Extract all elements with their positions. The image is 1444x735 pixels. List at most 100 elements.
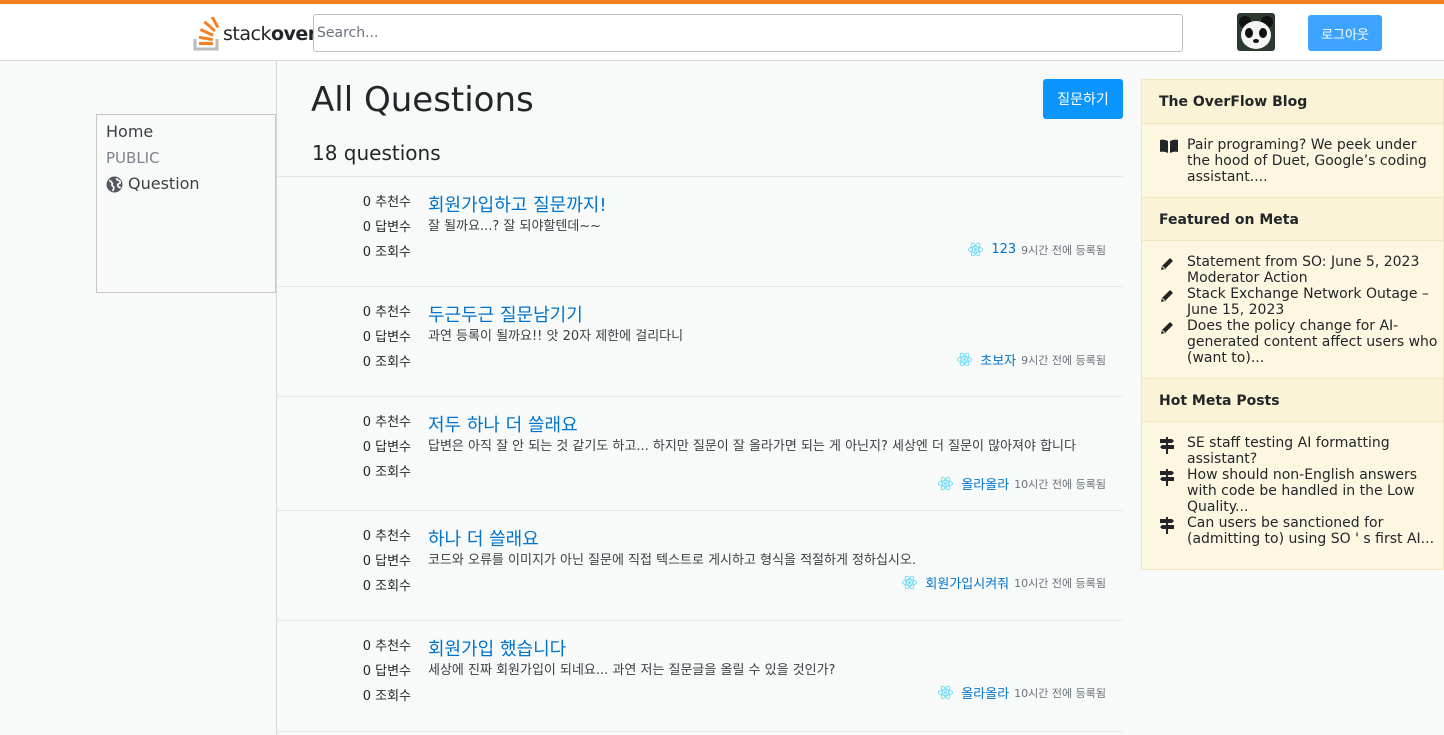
signpost-icon: [1159, 435, 1187, 458]
blog-item[interactable]: Pair programing? We peek under the hood …: [1159, 137, 1443, 185]
posted-time: 9시간 전에 등록됨: [1021, 353, 1106, 367]
meta-item-text: Stack Exchange Network Outage – June 15,…: [1187, 286, 1429, 318]
question-meta: 올라올라 10시간 전에 등록됨: [937, 474, 1106, 493]
question-excerpt: 답변은 아직 잘 안 되는 것 같기도 하고... 하지만 질문이 잘 올라가면…: [428, 439, 1076, 454]
question-list: 0 추천수 0 답변수 0 조회수 회원가입하고 질문까지! 잘 될까요...?…: [277, 176, 1123, 732]
vote-count: 0 추천수: [362, 529, 411, 544]
question-excerpt: 세상에 진짜 회원가입이 되네요... 과연 저는 질문글을 올릴 수 있을 것…: [428, 663, 836, 678]
question-meta: 123 9시간 전에 등록됨: [967, 241, 1106, 258]
posted-time: 10시간 전에 등록됨: [1014, 576, 1106, 590]
posted-time: 10시간 전에 등록됨: [1014, 686, 1106, 700]
stackoverflow-logo[interactable]: stackover: [193, 16, 313, 52]
logo-text: stackover: [223, 23, 313, 45]
meta-item-text: Does the policy change for AI-generated …: [1187, 318, 1438, 366]
hot-meta-item[interactable]: SE staff testing AI formatting assistant…: [1159, 435, 1443, 467]
meta-item-text: Statement from SO: June 5, 2023 Moderato…: [1187, 254, 1420, 286]
view-count: 0 조회수: [362, 355, 411, 370]
answer-count: 0 답변수: [362, 554, 411, 569]
answer-count: 0 답변수: [362, 664, 411, 679]
signpost-icon: [1159, 467, 1187, 490]
hot-meta-item[interactable]: Can users be sanctioned for (admitting t…: [1159, 515, 1443, 547]
vote-count: 0 추천수: [362, 195, 411, 210]
meta-item[interactable]: Does the policy change for AI-generated …: [1159, 318, 1443, 366]
hot-meta-item[interactable]: How should non-English answers with code…: [1159, 467, 1443, 515]
page-title: All Questions: [311, 80, 534, 120]
question-excerpt: 과연 등록이 될까요!! 앗 20자 제한에 걸리다니: [428, 329, 684, 344]
hot-meta-item-text: How should non-English answers with code…: [1187, 467, 1418, 515]
blog-heading: The OverFlow Blog: [1142, 80, 1443, 124]
hot-meta-item-text: SE staff testing AI formatting assistant…: [1187, 435, 1390, 467]
signpost-icon: [1159, 515, 1187, 538]
question-title-link[interactable]: 저두 하나 더 쓸래요: [428, 411, 578, 437]
posted-time: 9시간 전에 등록됨: [1021, 243, 1106, 257]
question-stats: 0 추천수 0 답변수 0 조회수: [363, 637, 411, 712]
react-icon: [957, 352, 973, 367]
view-count: 0 조회수: [362, 465, 411, 480]
question-item: 0 추천수 0 답변수 0 조회수 두근두근 질문남기기 과연 등록이 될까요!…: [277, 286, 1123, 396]
question-stats: 0 추천수 0 답변수 0 조회수: [363, 303, 411, 378]
vote-count: 0 추천수: [362, 305, 411, 320]
panda-avatar-icon: [1237, 13, 1275, 51]
answer-count: 0 답변수: [362, 220, 411, 235]
pencil-icon: [1159, 286, 1187, 308]
question-stats: 0 추천수 0 답변수 0 조회수: [363, 527, 411, 602]
ask-question-button[interactable]: 질문하기: [1043, 79, 1123, 119]
left-nav: Home PUBLIC Question: [96, 114, 276, 293]
question-excerpt: 코드와 오류를 이미지가 아닌 질문에 직접 텍스트로 게시하고 형식을 적절하…: [428, 553, 916, 568]
globe-icon: [106, 176, 123, 192]
author-link[interactable]: 123: [991, 242, 1016, 257]
question-count: 18 questions: [312, 141, 441, 165]
blog-item-text: Pair programing? We peek under the hood …: [1187, 137, 1427, 185]
question-stats: 0 추천수 0 답변수 0 조회수: [363, 193, 411, 268]
question-excerpt: 잘 될까요...? 잘 되야할텐데~~: [428, 219, 602, 234]
vote-count: 0 추천수: [362, 415, 411, 430]
answer-count: 0 답변수: [362, 440, 411, 455]
question-item: 0 추천수 0 답변수 0 조회수 저두 하나 더 쓸래요 답변은 아직 잘 안…: [277, 396, 1123, 510]
stack-logo-icon: [193, 17, 220, 51]
posted-time: 10시간 전에 등록됨: [1014, 477, 1106, 491]
logout-button[interactable]: 로그아웃: [1308, 15, 1382, 51]
react-icon: [968, 242, 984, 257]
react-icon: [938, 476, 954, 491]
question-item: 0 추천수 0 답변수 0 조회수 회원가입 했습니다 세상에 진짜 회원가입이…: [277, 620, 1123, 732]
hot-meta-item-text: Can users be sanctioned for (admitting t…: [1187, 515, 1435, 547]
question-meta: 올라올라 10시간 전에 등록됨: [937, 683, 1106, 702]
author-link[interactable]: 올라올라: [961, 474, 1009, 493]
author-link[interactable]: 올라올라: [961, 683, 1009, 702]
meta-list: Statement from SO: June 5, 2023 Moderato…: [1142, 241, 1443, 378]
question-title-link[interactable]: 두근두근 질문남기기: [428, 301, 583, 327]
vote-count: 0 추천수: [362, 639, 411, 654]
pencil-icon: [1159, 318, 1187, 340]
question-item: 0 추천수 0 답변수 0 조회수 하나 더 쓸래요 코드와 오류를 이미지가 …: [277, 510, 1123, 620]
react-icon: [902, 575, 918, 590]
react-icon: [938, 685, 954, 700]
right-sidebar: The OverFlow Blog Pair programing? We pe…: [1141, 79, 1444, 570]
nav-question[interactable]: Question: [106, 171, 266, 197]
nav-section-public: PUBLIC: [106, 149, 160, 167]
answer-count: 0 답변수: [362, 330, 411, 345]
meta-heading: Featured on Meta: [1142, 197, 1443, 241]
view-count: 0 조회수: [362, 689, 411, 704]
question-meta: 회원가입시켜줘 10시간 전에 등록됨: [901, 573, 1106, 592]
author-link[interactable]: 초보자: [980, 350, 1016, 369]
question-title-link[interactable]: 회원가입하고 질문까지!: [428, 191, 607, 217]
question-stats: 0 추천수 0 답변수 0 조회수: [363, 413, 411, 488]
pencil-icon: [1159, 254, 1187, 276]
view-count: 0 조회수: [362, 579, 411, 594]
avatar[interactable]: [1237, 13, 1275, 51]
hot-meta-list: SE staff testing AI formatting assistant…: [1142, 422, 1443, 555]
book-icon: [1159, 137, 1187, 158]
meta-item[interactable]: Stack Exchange Network Outage – June 15,…: [1159, 286, 1443, 318]
nav-home[interactable]: Home: [106, 121, 266, 146]
nav-question-label: Question: [128, 174, 200, 193]
question-title-link[interactable]: 하나 더 쓸래요: [428, 525, 539, 551]
author-link[interactable]: 회원가입시켜줘: [925, 573, 1009, 592]
top-bar: stackover 로그아웃: [0, 0, 1444, 61]
question-title-link[interactable]: 회원가입 했습니다: [428, 635, 566, 661]
meta-item[interactable]: Statement from SO: June 5, 2023 Moderato…: [1159, 254, 1443, 286]
hot-meta-heading: Hot Meta Posts: [1142, 378, 1443, 422]
blog-list: Pair programing? We peek under the hood …: [1142, 124, 1443, 197]
view-count: 0 조회수: [362, 245, 411, 260]
search-input[interactable]: [313, 14, 1183, 52]
question-item: 0 추천수 0 답변수 0 조회수 회원가입하고 질문까지! 잘 될까요...?…: [277, 176, 1123, 286]
